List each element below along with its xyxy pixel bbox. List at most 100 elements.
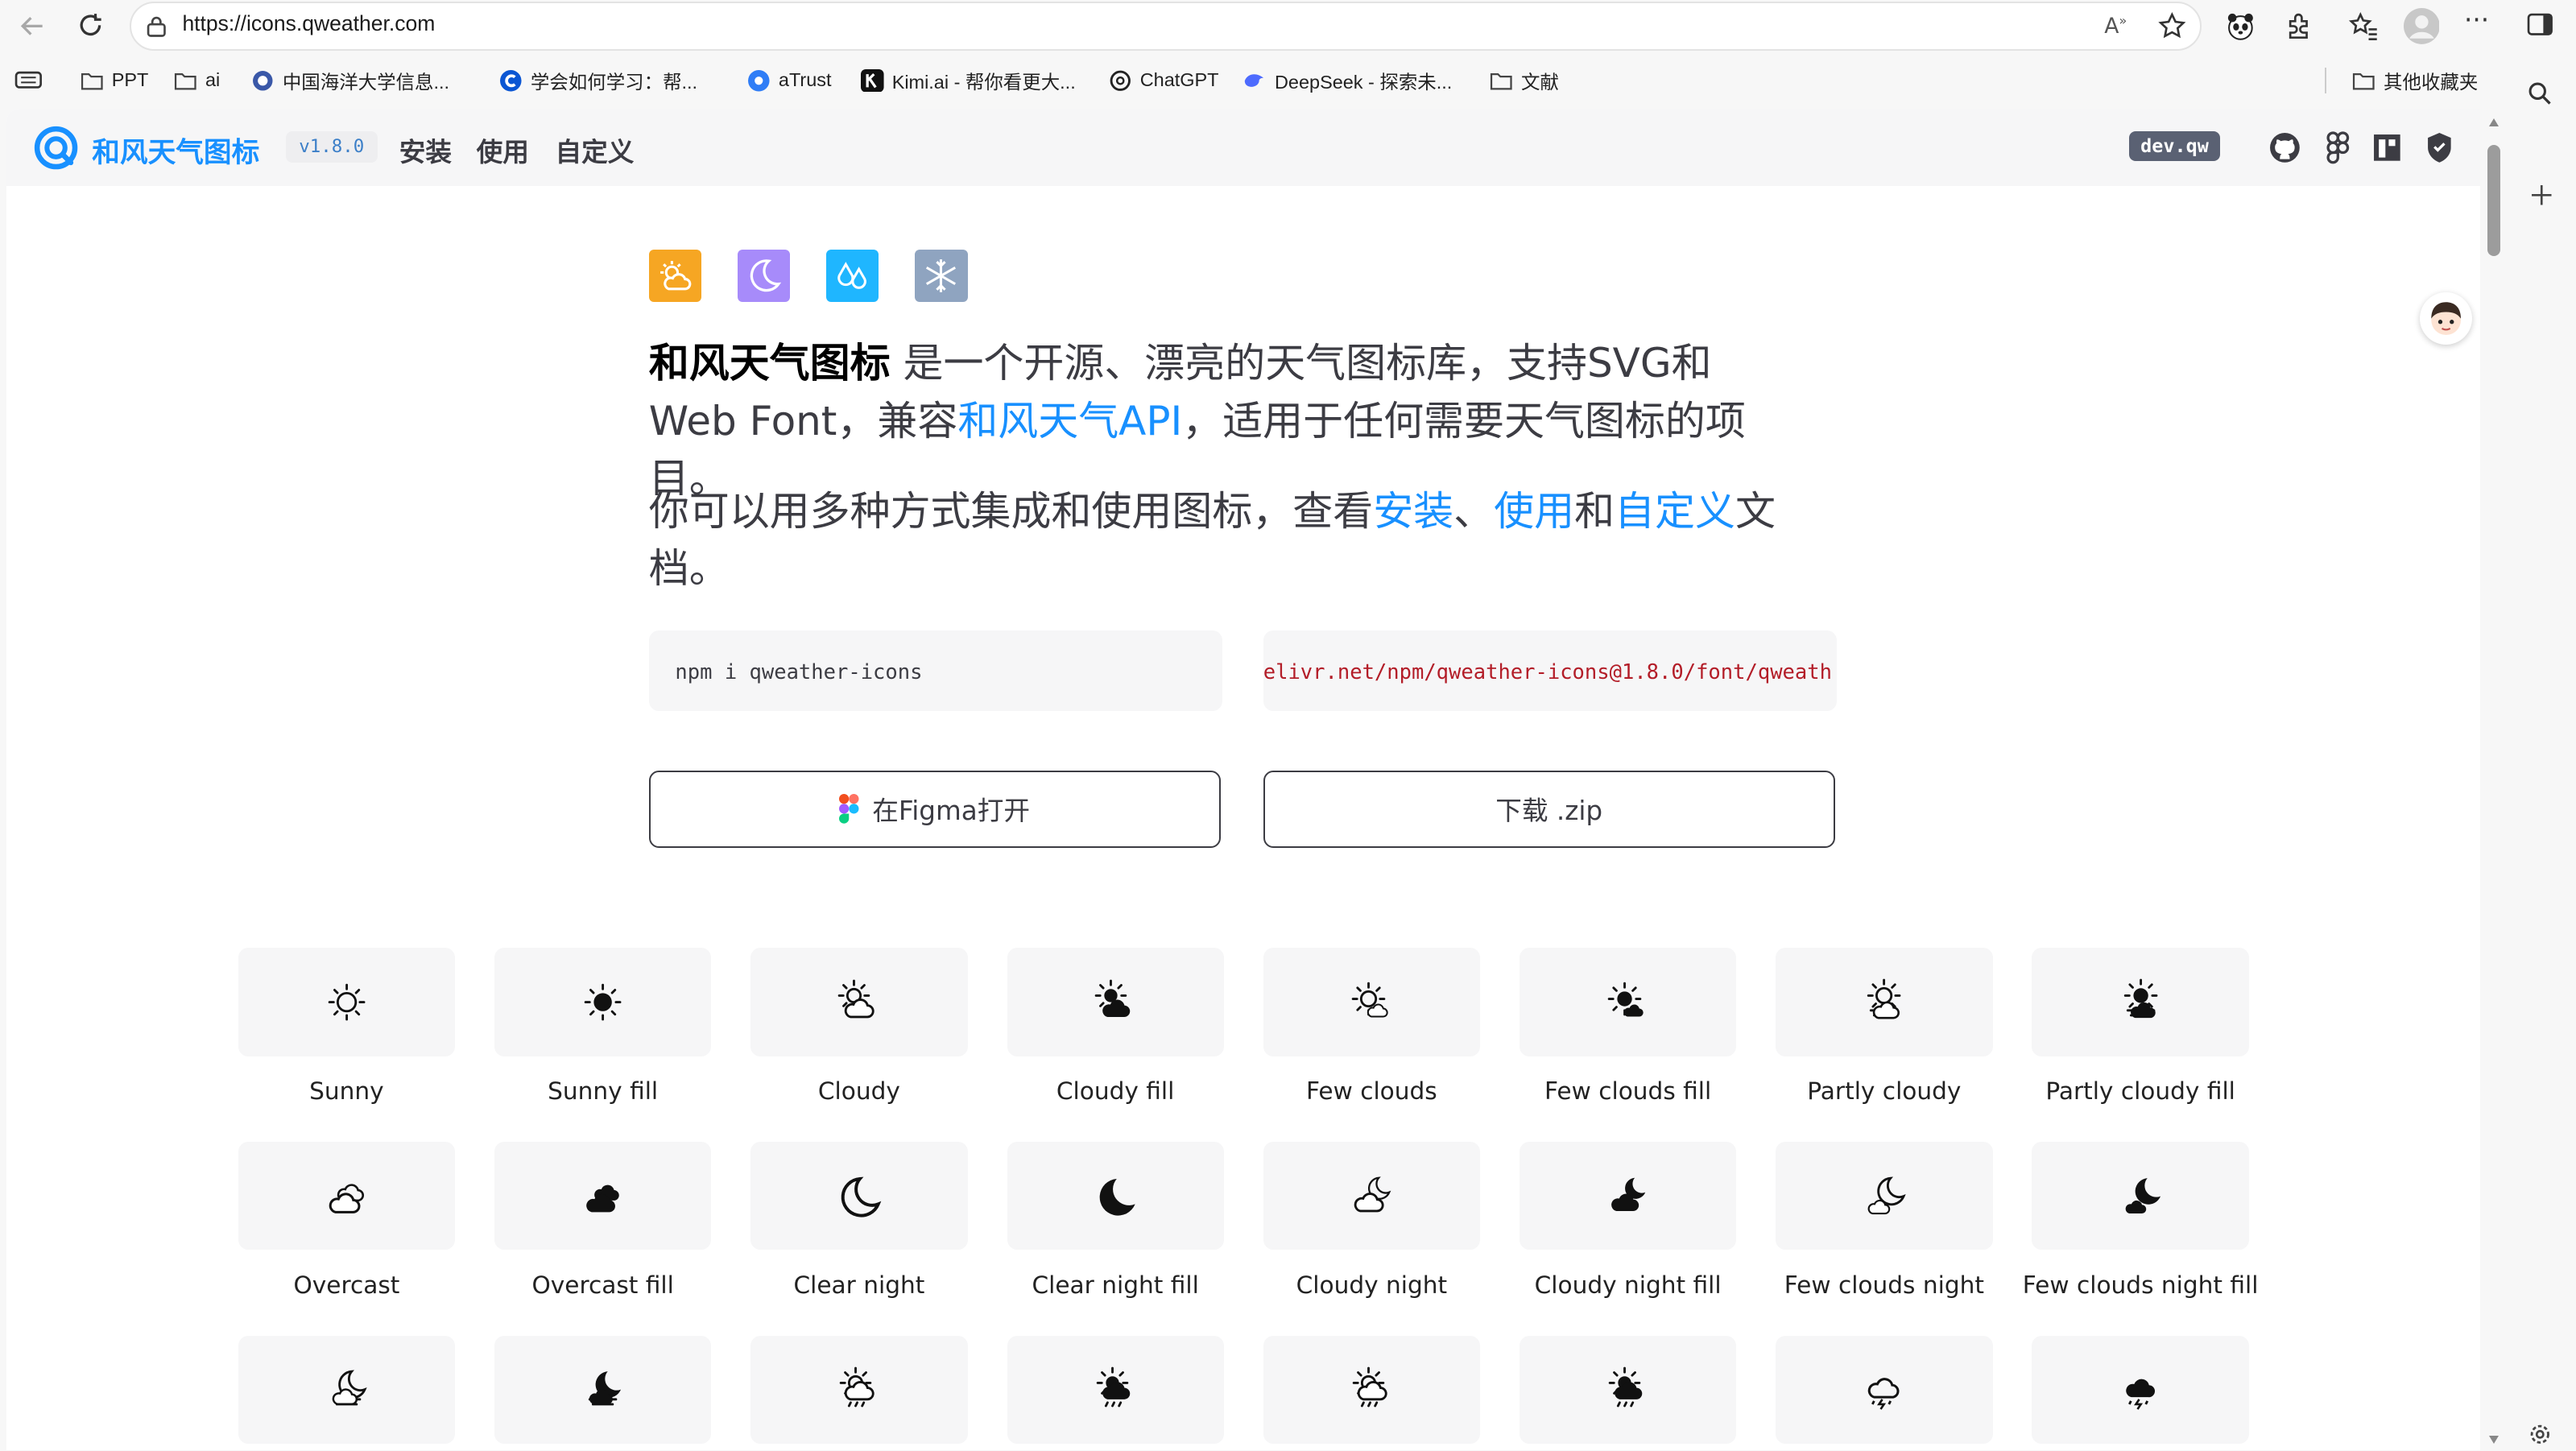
icon-card-sunny-fill[interactable] [494,948,712,1056]
user-badge[interactable]: dev.qw [2128,131,2221,161]
github-icon[interactable] [2268,131,2301,164]
icon-card[interactable] [494,1335,712,1445]
usage-doc-link[interactable]: 使用 [1494,488,1574,535]
favorites-icon[interactable] [2347,10,2380,43]
icon-card-cloudy-night[interactable] [1263,1141,1481,1251]
npm-install-code[interactable]: npm i qweather-icons [648,630,1222,712]
download-zip-button[interactable]: 下载 .zip [1263,770,1835,848]
icon-card[interactable] [1263,1335,1481,1445]
cdn-link-code[interactable]: elivr.net/npm/qweather-icons@1.8.0/font/… [1263,630,1837,712]
icon-card[interactable] [1007,1335,1224,1445]
icon-card-few-clouds[interactable] [1263,948,1481,1056]
site-brand[interactable]: 和风天气图标 [92,130,259,170]
icon-card[interactable] [238,1335,456,1445]
icon-card-label[interactable]: Cloudy night [1224,1271,1520,1299]
bookmark-label: ai [205,69,221,91]
icon-card-few-clouds-night-fill[interactable] [2032,1141,2249,1251]
bookmark-ai[interactable]: ai [174,63,220,99]
icon-card-overcast-fill[interactable] [494,1141,712,1251]
globe-icon [251,69,275,93]
profile-avatar[interactable] [2403,8,2440,45]
bookmark-kimi[interactable]: Kimi.ai - 帮你看更大... [860,63,1076,99]
address-bar[interactable] [130,2,2202,52]
nav-usage[interactable]: 使用 [477,131,529,169]
bookmark-ppt[interactable]: PPT [81,63,148,99]
icon-card-label[interactable]: Sunny [199,1077,494,1105]
qweather-logo-icon[interactable] [33,125,79,171]
icon-card-label[interactable]: Few clouds night fill [1993,1271,2289,1299]
panda-extension-icon[interactable] [2224,10,2257,43]
bookmark-deepseek[interactable]: DeepSeek - 探索未... [1243,63,1452,99]
bookmark-atrust[interactable]: aTrust [747,63,832,99]
icon-card-label[interactable]: Overcast [199,1271,494,1299]
icon-card[interactable] [2032,1335,2249,1445]
icon-card-partly-cloudy[interactable] [1776,948,1993,1056]
refresh-icon[interactable] [74,10,107,43]
icon-card-partly-cloudy-fill[interactable] [2032,948,2249,1056]
icon-card-label[interactable]: Partly cloudy fill [1993,1077,2289,1105]
icon-card-clear-night-fill[interactable] [1007,1141,1224,1251]
icon-card-label[interactable]: Overcast fill [455,1271,750,1299]
icon-card-sunny[interactable] [238,948,456,1056]
shield-icon[interactable] [2425,131,2454,164]
icon-card-label[interactable]: Cloudy [711,1077,1007,1105]
icon-card-label[interactable]: Few clouds night [1736,1271,2032,1299]
sidebar-toggle-icon[interactable] [2527,13,2553,36]
search-icon[interactable] [2527,81,2553,107]
bookmark-papers[interactable]: 文献 [1490,63,1559,99]
url-text[interactable]: https://icons.qweather.com [182,11,435,36]
icon-card-label[interactable]: Cloudy fill [968,1077,1263,1105]
nav-customize[interactable]: 自定义 [556,131,635,169]
icon-card[interactable] [1519,1335,1737,1445]
bookmark-ouc[interactable]: 中国海洋大学信息... [251,63,449,99]
scrollbar-thumb[interactable] [2487,144,2500,257]
sun-tile-icon [648,250,702,303]
read-aloud-icon[interactable]: A» [2104,13,2127,39]
assistant-avatar[interactable] [2419,292,2473,345]
bookmark-chatgpt[interactable]: ChatGPT [1109,63,1219,99]
icon-card-label[interactable]: Clear night fill [968,1271,1263,1299]
icon-card-label[interactable]: Clear night [711,1271,1007,1299]
scroll-down-arrow-icon[interactable] [2488,1435,2499,1444]
snowflake-tile-icon [915,250,968,303]
deepseek-icon [1243,69,1267,93]
open-figma-button[interactable]: 在Figma打开 [648,770,1221,848]
customize-doc-link[interactable]: 自定义 [1615,488,1735,535]
figma-link-icon[interactable] [2325,131,2351,164]
hero-docs: 你可以用多种方式集成和使用图标，查看安装、使用和自定义文档。 [649,483,1799,598]
icon-card-cloudy-night-fill[interactable] [1519,1141,1737,1251]
icon-card[interactable] [750,1335,968,1445]
api-link[interactable]: 和风天气API [957,398,1182,444]
icon-card-label[interactable]: Sunny fill [455,1077,750,1105]
install-doc-link[interactable]: 安装 [1373,488,1453,535]
nav-install[interactable]: 安装 [399,131,452,169]
extensions-icon[interactable] [2284,10,2317,43]
favorite-star-icon[interactable] [2157,11,2187,41]
icon-card-label[interactable]: Few clouds fill [1480,1077,1776,1105]
icon-card-clear-night[interactable] [750,1141,968,1251]
icon-card-cloudy-fill[interactable] [1007,948,1224,1056]
scroll-up-arrow-icon[interactable] [2488,118,2499,126]
add-sidebar-app-icon[interactable] [2530,184,2553,207]
site-info-icon[interactable] [145,14,168,38]
npm-command[interactable]: npm i qweather-icons [675,660,922,684]
other-bookmarks[interactable]: 其他收藏夹 [2352,63,2478,99]
settings-gear-icon[interactable] [2527,1421,2553,1448]
bookmark-coursera[interactable]: 学会如何学习：帮... [499,63,697,99]
back-icon[interactable] [16,10,49,43]
icon-card-label[interactable]: Partly cloudy [1736,1077,2032,1105]
site-navbar: 和风天气图标 v1.8.0 安装 使用 自定义 dev.qw [6,108,2481,186]
more-menu-icon[interactable]: ··· [2464,5,2489,35]
icon-card-cloudy[interactable] [750,948,968,1056]
icon-card-few-clouds-fill[interactable] [1519,948,1737,1056]
edge-sidebar [2507,56,2576,1451]
collections-icon[interactable] [14,68,43,93]
icon-card-overcast[interactable] [238,1141,456,1251]
icon-card-label[interactable]: Few clouds [1224,1077,1520,1105]
icon-card[interactable] [1776,1335,1993,1445]
layout-toggle-icon[interactable] [2372,133,2402,163]
cdn-url[interactable]: elivr.net/npm/qweather-icons@1.8.0/font/… [1263,660,1832,684]
page-scrollbar[interactable] [2482,108,2505,1451]
icon-card-few-clouds-night[interactable] [1776,1141,1993,1251]
icon-card-label[interactable]: Cloudy night fill [1480,1271,1776,1299]
